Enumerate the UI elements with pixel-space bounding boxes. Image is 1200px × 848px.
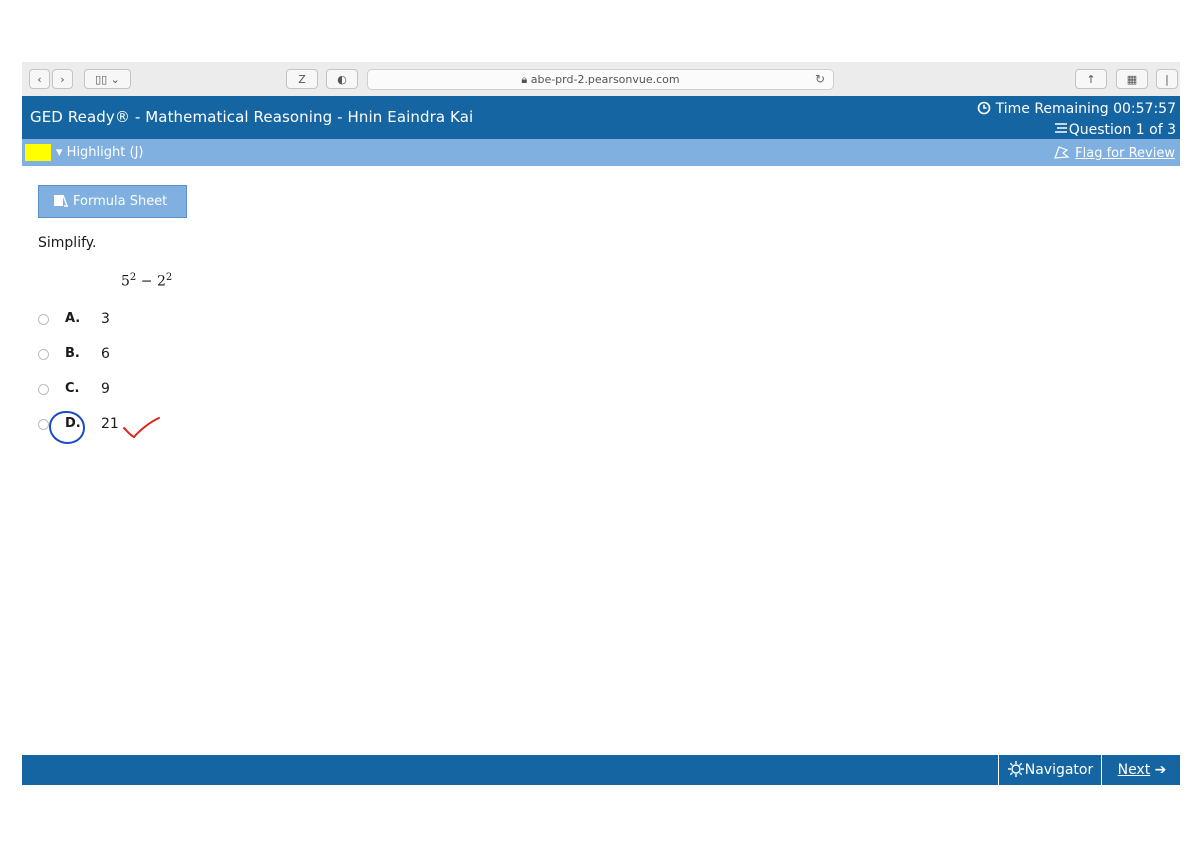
highlight-color-swatch[interactable]: [25, 144, 51, 161]
url-text: abe-prd-2.pearsonvue.com: [530, 73, 680, 86]
half-circle-icon: ◐: [337, 73, 347, 86]
expr-exponent-2: 2: [165, 272, 173, 283]
radio-button[interactable]: [38, 419, 49, 430]
extension-z-button[interactable]: Z: [286, 69, 318, 89]
sidebar-icon: ▯▯ ⌄: [95, 73, 120, 86]
flag-label: Flag for Review: [1075, 146, 1175, 161]
caret-down-icon: ▾: [56, 145, 63, 160]
ink-circle-annotation: [49, 411, 85, 444]
exam-header: GED Ready® - Mathematical Reasoning - Hn…: [22, 96, 1180, 139]
back-button[interactable]: ‹: [29, 69, 50, 89]
choice-value: 21: [101, 416, 119, 432]
time-remaining: Time Remaining 00:57:57: [977, 101, 1176, 117]
new-tab-button[interactable]: |: [1156, 69, 1178, 89]
time-remaining-text: Time Remaining 00:57:57: [995, 101, 1176, 117]
expr-exponent-1: 2: [129, 272, 137, 283]
choice-value: 6: [101, 346, 110, 362]
expr-operator: −: [140, 273, 153, 290]
arrow-right-icon: ➔: [1154, 762, 1167, 778]
flag-for-review-button[interactable]: Flag for Review: [1053, 145, 1175, 161]
radio-button[interactable]: [38, 314, 49, 325]
navigator-label: Navigator: [1024, 762, 1094, 778]
navigator-button[interactable]: Navigator: [998, 755, 1102, 785]
question-counter: Question 1 of 3: [1053, 122, 1176, 138]
expr-base-1: 5: [121, 273, 130, 290]
share-icon: ↑: [1086, 73, 1096, 86]
next-label: Next: [1117, 762, 1151, 778]
browser-toolbar: ‹ › ▯▯ ⌄ Z ◐ 🔒︎ abe-prd-2.pearsonvue.com…: [22, 62, 1180, 97]
radio-button[interactable]: [38, 384, 49, 395]
tools-bar: ▾ Highlight (J) Flag for Review: [22, 139, 1180, 166]
math-expression: 52 − 22: [121, 272, 172, 290]
reload-icon[interactable]: ↻: [815, 70, 825, 89]
address-bar[interactable]: 🔒︎ abe-prd-2.pearsonvue.com ↻: [367, 69, 834, 90]
choice-letter: B.: [65, 346, 80, 361]
choice-value: 3: [101, 311, 110, 327]
choice-letter: C.: [65, 381, 80, 396]
question-counter-text: Question 1 of 3: [1068, 122, 1176, 138]
share-button[interactable]: ↑: [1075, 69, 1107, 89]
navigator-icon: [1007, 761, 1024, 777]
tab-overview-button[interactable]: ▦: [1116, 69, 1148, 89]
sidebar-toggle-button[interactable]: ▯▯ ⌄: [84, 69, 131, 89]
tabs-icon: ▦: [1126, 73, 1138, 86]
clock-icon: [977, 101, 991, 115]
lock-icon: 🔒︎: [521, 73, 528, 86]
choice-value: 9: [101, 381, 110, 397]
choice-letter: A.: [65, 311, 81, 326]
exam-title: GED Ready® - Mathematical Reasoning - Hn…: [30, 108, 474, 126]
next-button[interactable]: Next ➔: [1104, 755, 1180, 785]
question-list-icon: [1054, 123, 1067, 133]
privacy-button[interactable]: ◐: [326, 69, 358, 89]
formula-sheet-button[interactable]: Formula Sheet: [38, 185, 187, 218]
formula-sheet-label: Formula Sheet: [73, 194, 168, 209]
forward-button[interactable]: ›: [52, 69, 73, 89]
highlight-label: Highlight (J): [66, 145, 144, 160]
exam-footer: Navigator Next ➔: [22, 755, 1180, 785]
highlight-menu[interactable]: ▾ Highlight (J): [56, 145, 143, 160]
flag-icon: [1054, 146, 1070, 159]
radio-button[interactable]: [38, 349, 49, 360]
expr-base-2: 2: [156, 273, 166, 290]
red-checkmark-icon: [123, 417, 160, 439]
formula-book-icon: [54, 194, 68, 207]
question-prompt: Simplify.: [38, 235, 97, 251]
